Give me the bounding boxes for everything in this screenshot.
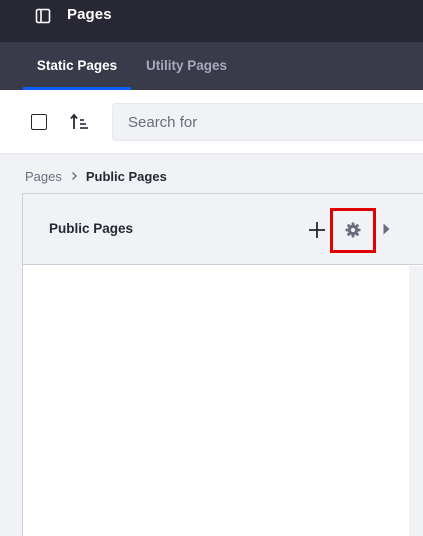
tab-static-pages[interactable]: Static Pages [23, 42, 131, 90]
configure-pages-button[interactable] [340, 219, 366, 241]
panel-toggle-icon [35, 8, 51, 24]
search-input[interactable] [112, 103, 423, 141]
breadcrumb: Pages Public Pages [25, 167, 167, 185]
column-items-list [23, 266, 409, 536]
tab-bar: Static Pages Utility Pages [0, 42, 423, 90]
app-root: Pages Static Pages Utility Pages Pages P… [0, 0, 423, 536]
gear-icon [345, 222, 361, 238]
breadcrumb-current: Public Pages [85, 168, 167, 184]
chevron-right-icon [71, 171, 78, 181]
panel-toggle-button[interactable] [33, 7, 53, 25]
column-gutter [409, 266, 423, 536]
sort-button[interactable] [68, 111, 90, 133]
sort-ascending-icon [70, 113, 88, 129]
caret-right-icon [383, 223, 389, 235]
app-header: Pages [0, 0, 423, 42]
add-page-button[interactable] [306, 219, 328, 241]
column-title: Public Pages [49, 221, 134, 236]
select-all-checkbox[interactable] [31, 114, 47, 130]
page-title: Pages [67, 6, 112, 23]
tab-utility-pages[interactable]: Utility Pages [134, 42, 239, 90]
expand-column-button[interactable] [381, 222, 391, 236]
plus-icon [309, 222, 325, 238]
breadcrumb-pages-link[interactable]: Pages [25, 169, 62, 184]
